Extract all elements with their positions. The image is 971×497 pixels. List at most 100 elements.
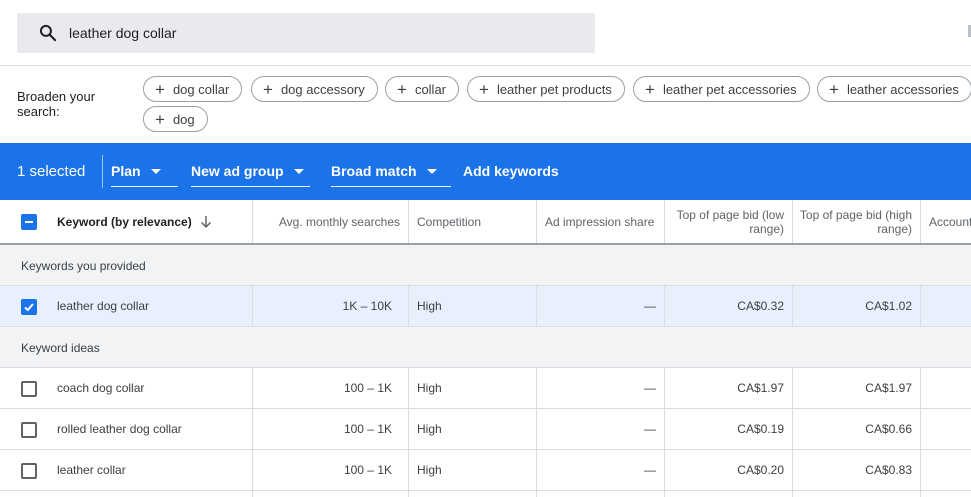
column-searches-label: Avg. monthly searches <box>278 214 400 229</box>
section-keywords-provided: Keywords you provided <box>0 245 971 286</box>
row-checkbox[interactable] <box>21 381 37 397</box>
column-keyword[interactable]: Keyword (by relevance) <box>57 200 252 243</box>
check-icon <box>24 303 34 312</box>
keyword-cell: leather dog collar <box>57 299 150 313</box>
column-divider <box>408 200 409 243</box>
add-keywords-button[interactable]: Add keywords <box>463 163 559 179</box>
section-label: Keywords you provided <box>21 259 146 273</box>
bid-low-cell: CA$0.32 <box>737 299 784 313</box>
column-bid-high-label: Top of page bid (high range) <box>799 207 912 236</box>
column-divider <box>792 286 793 327</box>
bid-high-cell: CA$1.02 <box>865 299 912 313</box>
column-divider <box>252 200 253 243</box>
table-row[interactable]: coach dog collar 100 – 1K High — CA$1.97… <box>0 368 971 409</box>
column-divider <box>920 286 921 327</box>
column-bid-high[interactable]: Top of page bid (high range) <box>793 200 912 243</box>
competition-cell: High <box>417 381 442 395</box>
impression-cell: — <box>644 422 656 436</box>
column-ad-impression-share[interactable]: Ad impression share <box>545 200 663 243</box>
keyword-cell: coach dog collar <box>57 381 145 395</box>
column-impression-label: Ad impression share <box>545 214 655 229</box>
searches-cell: 100 – 1K <box>343 381 392 395</box>
column-divider <box>920 200 921 243</box>
column-account-label: Account <box>929 214 971 229</box>
search-input[interactable] <box>69 13 569 53</box>
match-type-dropdown[interactable]: Broad match <box>331 163 451 187</box>
table-row[interactable]: rolled leather dog collar 100 – 1K High … <box>0 409 971 450</box>
row-checkbox[interactable] <box>21 463 37 479</box>
column-divider <box>664 200 665 243</box>
competition-cell: High <box>417 422 442 436</box>
column-competition[interactable]: Competition <box>417 200 535 243</box>
plan-dropdown[interactable]: Plan <box>111 163 178 187</box>
plus-icon: + <box>155 109 165 129</box>
minus-icon <box>25 221 33 223</box>
plus-icon: + <box>155 79 165 99</box>
new-ad-group-label: New ad group <box>191 163 284 179</box>
chip-label: leather pet products <box>496 81 612 97</box>
chip-collar[interactable]: + collar <box>385 76 460 102</box>
bid-low-cell: CA$0.19 <box>737 422 784 436</box>
select-all-checkbox[interactable] <box>21 214 37 230</box>
column-divider <box>408 368 409 497</box>
chip-label: leather pet accessories <box>662 81 797 97</box>
section-keyword-ideas: Keyword ideas <box>0 327 971 368</box>
column-bid-low-label: Top of page bid (low range) <box>676 207 784 236</box>
selection-action-bar: 1 selected Plan New ad group Broad match… <box>0 143 971 200</box>
search-icon <box>39 24 57 42</box>
chip-label: collar <box>414 81 447 97</box>
chip-dog-collar[interactable]: + dog collar <box>143 76 243 102</box>
competition-cell: High <box>417 463 442 477</box>
search-area <box>0 0 971 66</box>
caret-down-icon <box>426 168 437 174</box>
chip-leather-pet-products[interactable]: + leather pet products <box>467 76 625 102</box>
column-divider <box>536 286 537 327</box>
caret-down-icon <box>150 168 161 174</box>
competition-cell: High <box>417 299 442 313</box>
match-type-label: Broad match <box>331 163 417 179</box>
broaden-label: Broaden your search: <box>17 89 96 119</box>
caret-down-icon <box>293 168 304 174</box>
column-account[interactable]: Account <box>929 200 971 243</box>
impression-cell: — <box>644 299 656 313</box>
column-divider <box>408 286 409 327</box>
column-divider <box>252 286 253 327</box>
column-divider <box>920 368 921 497</box>
chip-label: dog accessory <box>280 81 365 97</box>
section-label: Keyword ideas <box>21 341 100 355</box>
table-row[interactable]: leather dog collar 1K – 10K High — CA$0.… <box>0 286 971 327</box>
plus-icon: + <box>397 79 407 99</box>
chip-label: dog <box>172 111 195 127</box>
column-divider <box>792 200 793 243</box>
chip-label: leather accessories <box>846 81 959 97</box>
broaden-search: Broaden your search: + dog collar + dog ac… <box>0 66 971 143</box>
column-divider <box>252 368 253 497</box>
chip-leather-accessories[interactable]: + leather accessories <box>817 76 971 102</box>
column-divider <box>536 368 537 497</box>
column-divider <box>536 200 537 243</box>
chip-leather-pet-accessories[interactable]: + leather pet accessories <box>633 76 810 102</box>
chip-dog-accessory[interactable]: + dog accessory <box>251 76 378 102</box>
plus-icon: + <box>263 79 273 99</box>
column-competition-label: Competition <box>417 214 482 229</box>
column-avg-monthly-searches[interactable]: Avg. monthly searches <box>253 200 400 243</box>
keyword-cell: leather collar <box>57 463 126 477</box>
plus-icon: + <box>829 79 839 99</box>
selected-count: 1 selected <box>17 163 86 180</box>
row-checkbox[interactable] <box>21 299 37 315</box>
searches-cell: 100 – 1K <box>343 422 392 436</box>
chip-dog[interactable]: + dog <box>143 106 208 132</box>
new-ad-group-dropdown[interactable]: New ad group <box>191 163 310 187</box>
bid-high-cell: CA$0.66 <box>865 422 912 436</box>
plan-label: Plan <box>111 163 141 179</box>
divider <box>102 155 103 188</box>
row-checkbox[interactable] <box>21 422 37 438</box>
search-box[interactable] <box>17 13 595 53</box>
impression-cell: — <box>644 381 656 395</box>
arrow-down-icon <box>200 215 211 228</box>
chip-label: dog collar <box>172 81 230 97</box>
bid-high-cell: CA$1.97 <box>865 381 912 395</box>
table-row[interactable]: leather collar 100 – 1K High — CA$0.20 C… <box>0 450 971 491</box>
column-bid-low[interactable]: Top of page bid (low range) <box>665 200 784 243</box>
column-keyword-label: Keyword (by relevance) <box>57 214 192 229</box>
